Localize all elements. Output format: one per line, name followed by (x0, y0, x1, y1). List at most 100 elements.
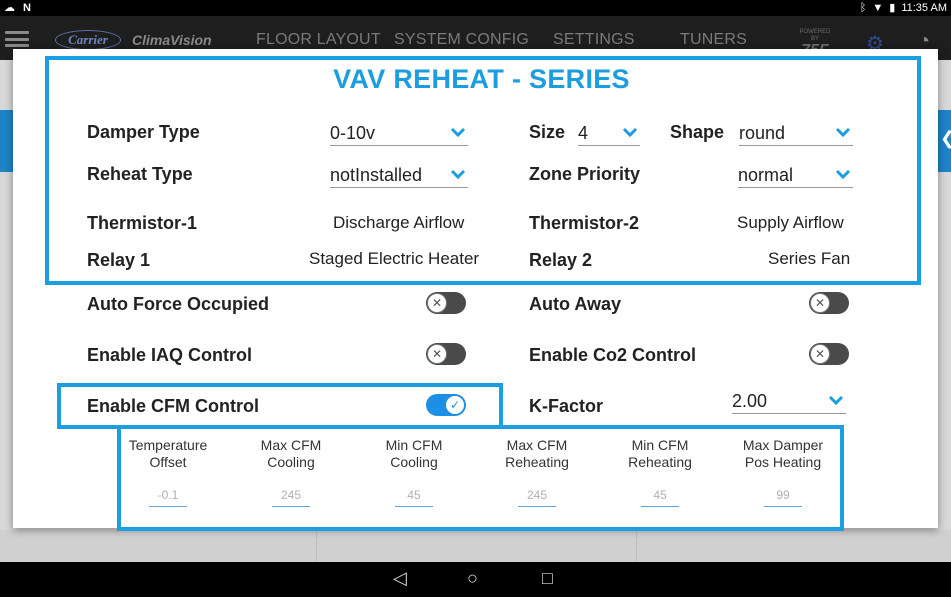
nav-settings[interactable]: SETTINGS (553, 31, 635, 49)
thermistor-1-value: Discharge Airflow (333, 213, 465, 232)
cfm-header-line: Reheating (628, 454, 692, 470)
check-icon: ✓ (445, 395, 465, 415)
chevron-down-icon (835, 169, 851, 180)
temperature-offset-input[interactable]: -0.1 (149, 485, 187, 507)
size-select[interactable]: 4 (578, 120, 640, 146)
auto-force-occupied-toggle[interactable]: ✕ (426, 292, 466, 314)
chevron-down-icon (450, 169, 466, 180)
enable-cfm-label: Enable CFM Control (87, 396, 259, 416)
nav-tuners[interactable]: TUNERS (680, 31, 747, 49)
cfm-column-max-cfm-reheating: Max CFM Reheating 245 (482, 437, 592, 507)
cfm-column-header: Max CFM Reheating (482, 437, 592, 473)
zone-priority-select[interactable]: normal (738, 162, 853, 188)
status-time: 11:35 AM (901, 1, 947, 14)
cfm-column-temperature-offset: Temperature Offset -0.1 (113, 437, 223, 507)
close-icon: ✕ (427, 293, 447, 313)
cfm-header-line: Pos Heating (744, 454, 822, 470)
relay-2-label: Relay 2 (529, 250, 593, 270)
cfm-column-max-damper-pos-heating: Max Damper Pos Heating 99 (728, 437, 838, 507)
notification-n-icon: N (23, 1, 31, 14)
cfm-column-min-cfm-reheating: Min CFM Reheating 45 (605, 437, 715, 507)
cfm-column-header: Temperature Offset (113, 437, 223, 473)
zone-priority-label: Zone Priority (529, 164, 641, 184)
size-label: Size (529, 122, 566, 142)
dialog-title: VAV REHEAT - SERIES (333, 64, 630, 94)
k-factor-label: K-Factor (529, 396, 604, 416)
shape-label: Shape (670, 122, 725, 142)
cfm-header-line: Max CFM (506, 437, 568, 453)
nav-floor-layout[interactable]: FLOOR LAYOUT (256, 31, 381, 49)
chevron-down-icon (622, 127, 638, 138)
enable-iaq-toggle[interactable]: ✕ (426, 343, 466, 365)
enable-cfm-toggle[interactable]: ✓ (426, 394, 466, 416)
k-factor-select[interactable]: 2.00 (732, 388, 846, 414)
cfm-column-header: Min CFM Cooling (359, 437, 469, 473)
enable-iaq-label: Enable IAQ Control (87, 345, 253, 365)
system-nav-bar: ◁ ○ □ (0, 562, 951, 597)
powered-by-text: POWERED BY (799, 29, 831, 42)
menu-icon[interactable] (5, 31, 29, 47)
k-factor-value: 2.00 (732, 391, 768, 411)
chevron-left-icon: ❮ (940, 128, 951, 149)
shape-value: round (739, 123, 786, 143)
powered-by-75f-logo: POWERED BY 75F (797, 29, 833, 59)
close-icon: ✕ (810, 293, 830, 313)
climavision-logo: ClimaVision (132, 32, 212, 48)
cfm-header-line: Max CFM (260, 437, 322, 453)
auto-away-label: Auto Away (529, 294, 622, 314)
close-icon: ✕ (427, 344, 447, 364)
cfm-column-header: Max Damper Pos Heating (728, 437, 838, 473)
damper-type-value: 0-10v (330, 123, 376, 143)
cfm-header-line: Temperature (128, 437, 208, 453)
reheat-type-select[interactable]: notInstalled (330, 162, 468, 188)
close-icon: ✕ (810, 344, 830, 364)
nav-system-config[interactable]: SYSTEM CONFIG (394, 31, 529, 49)
damper-type-label: Damper Type (87, 122, 200, 142)
home-icon[interactable]: ○ (467, 568, 478, 589)
chevron-down-icon (828, 395, 844, 406)
background-divider (636, 530, 637, 562)
back-icon[interactable]: ◁ (393, 568, 407, 589)
carrier-logo: Carrier (55, 30, 121, 50)
relay-1-label: Relay 1 (87, 250, 151, 270)
max-cfm-cooling-input[interactable]: 245 (272, 485, 310, 507)
cfm-column-max-cfm-cooling: Max CFM Cooling 245 (236, 437, 346, 507)
cfm-header-line: Cooling (390, 454, 438, 470)
auto-force-occupied-label: Auto Force Occupied (87, 294, 270, 314)
reheat-type-value: notInstalled (330, 165, 423, 185)
recents-icon[interactable]: □ (542, 568, 553, 589)
reheat-type-label: Reheat Type (87, 164, 193, 184)
background-divider (316, 530, 317, 562)
auto-away-toggle[interactable]: ✕ (809, 292, 849, 314)
relay-1-value: Staged Electric Heater (309, 249, 480, 268)
cloud-icon: ☁ (4, 2, 15, 14)
min-cfm-reheating-input[interactable]: 45 (641, 485, 679, 507)
wifi-icon: ▼ (872, 1, 884, 14)
thermistor-2-value: Supply Airflow (737, 213, 844, 232)
enable-co2-toggle[interactable]: ✕ (809, 343, 849, 365)
cfm-header-line: Offset (149, 454, 187, 470)
damper-type-select[interactable]: 0-10v (330, 120, 468, 146)
cfm-header-line: Cooling (267, 454, 315, 470)
chevron-down-icon (450, 127, 466, 138)
cfm-column-min-cfm-cooling: Min CFM Cooling 45 (359, 437, 469, 507)
cfm-column-header: Min CFM Reheating (605, 437, 715, 473)
cfm-header-line: Reheating (505, 454, 569, 470)
min-cfm-cooling-input[interactable]: 45 (395, 485, 433, 507)
size-value: 4 (578, 123, 589, 143)
battery-icon: ▮ (889, 2, 896, 14)
cfm-column-header: Max CFM Cooling (236, 437, 346, 473)
thermistor-2-label: Thermistor-2 (529, 213, 640, 233)
chevron-down-icon (835, 127, 851, 138)
relay-2-value: Series Fan (768, 249, 851, 268)
status-bar: ☁ N ᛒ ▼ ▮ 11:35 AM (0, 0, 951, 16)
cfm-header-line: Max Damper (742, 437, 824, 453)
zone-priority-value: normal (738, 165, 794, 185)
background-bottom-strip (0, 530, 951, 562)
enable-co2-label: Enable Co2 Control (529, 345, 697, 365)
cfm-header-line: Min CFM (631, 437, 689, 453)
cfm-header-line: Min CFM (385, 437, 443, 453)
max-cfm-reheating-input[interactable]: 245 (518, 485, 556, 507)
max-damper-pos-heating-input[interactable]: 99 (764, 485, 802, 507)
shape-select[interactable]: round (739, 120, 853, 146)
